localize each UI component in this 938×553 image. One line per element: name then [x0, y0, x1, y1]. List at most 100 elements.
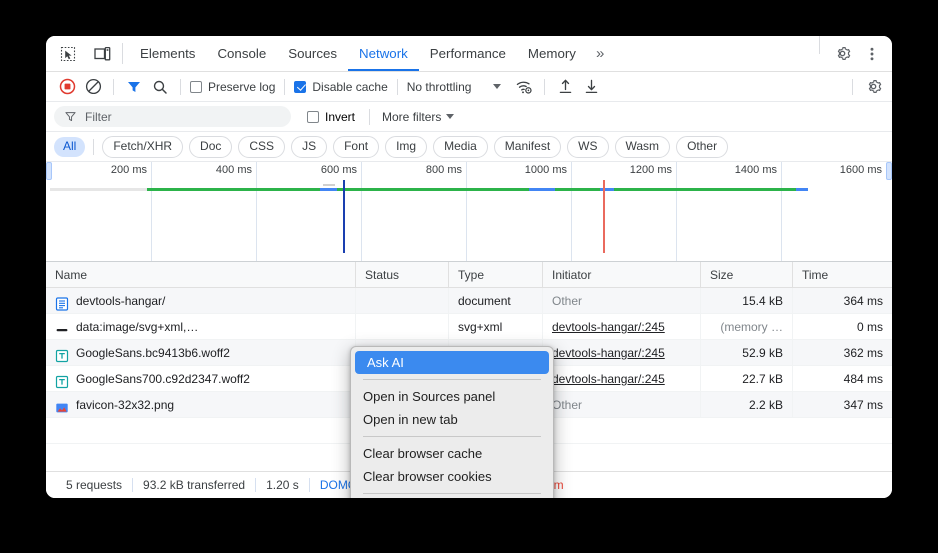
overview-tick: 600 ms: [321, 164, 361, 176]
disable-cache-box[interactable]: [294, 81, 306, 93]
chip-wasm[interactable]: Wasm: [615, 136, 671, 158]
gear-icon[interactable]: [828, 41, 856, 67]
menu-divider-1: [363, 379, 541, 380]
tabstrip-actions-divider: [819, 36, 820, 54]
kebab-menu-icon[interactable]: [858, 41, 886, 67]
cell-initiator-link[interactable]: devtools-hangar/:245: [552, 340, 665, 366]
toolbar-right: [845, 75, 886, 99]
overview-gridline: [361, 162, 362, 261]
column-header-time[interactable]: Time: [793, 262, 892, 288]
cell-initiator[interactable]: devtools-hangar/:245: [543, 314, 701, 340]
cell-time: 0 ms: [793, 314, 892, 340]
tabstrip-divider: [122, 43, 123, 64]
chip-js[interactable]: JS: [291, 136, 327, 158]
overview-gridline: [676, 162, 677, 261]
export-har-icon[interactable]: [578, 75, 604, 99]
overview-right-handle[interactable]: [886, 162, 892, 180]
more-filters-dropdown[interactable]: More filters: [382, 110, 454, 124]
menu-item-clear-browser-cookies[interactable]: Clear browser cookies: [351, 465, 553, 488]
clear-network-log-icon[interactable]: [80, 75, 106, 99]
chip-manifest[interactable]: Manifest: [494, 136, 561, 158]
invert-checkbox[interactable]: Invert: [305, 110, 357, 124]
table-row[interactable]: devtools-hangar/ document Other 15.4 kB …: [46, 288, 892, 314]
cell-size: 15.4 kB: [701, 288, 793, 314]
tab-performance[interactable]: Performance: [419, 36, 517, 71]
menu-item-open-in-new-tab[interactable]: Open in new tab: [351, 408, 553, 431]
overview-band-tail: [323, 184, 335, 186]
disable-cache-checkbox[interactable]: Disable cache: [292, 80, 389, 94]
menu-divider-2: [363, 436, 541, 437]
chip-doc[interactable]: Doc: [189, 136, 232, 158]
preserve-log-checkbox[interactable]: Preserve log: [188, 80, 277, 94]
dash-icon: [55, 320, 69, 334]
chip-other[interactable]: Other: [676, 136, 728, 158]
cell-initiator[interactable]: devtools-hangar/:245: [543, 366, 701, 392]
search-icon[interactable]: [147, 75, 173, 99]
chip-img[interactable]: Img: [385, 136, 427, 158]
network-overview[interactable]: 200 ms 400 ms 600 ms 800 ms 1000 ms 1200…: [46, 162, 892, 262]
import-har-icon[interactable]: [552, 75, 578, 99]
cell-name-text: GoogleSans.bc9413b6.woff2: [76, 340, 230, 366]
more-tabs-icon[interactable]: »: [587, 36, 612, 71]
table-row[interactable]: data:image/svg+xml,… svg+xml devtools-ha…: [46, 314, 892, 340]
screenshot-root: Elements Console Sources Network Perform…: [0, 0, 938, 553]
menu-item-clear-browser-cookies-label: Clear browser cookies: [363, 469, 492, 484]
requests-table-header: Name Status Type Initiator Size Time: [46, 262, 892, 288]
invert-label: Invert: [325, 110, 355, 124]
cell-time: 364 ms: [793, 288, 892, 314]
toolbar-divider-4: [397, 79, 398, 95]
tab-console[interactable]: Console: [206, 36, 277, 71]
record-stop-icon[interactable]: [54, 75, 80, 99]
request-context-menu[interactable]: Ask AI Open in Sources panel Open in new…: [350, 346, 554, 498]
toolbar-divider-6: [852, 79, 853, 95]
chip-media[interactable]: Media: [433, 136, 488, 158]
cell-initiator-link[interactable]: devtools-hangar/:245: [552, 366, 665, 392]
cell-size: (memory …: [701, 314, 793, 340]
chip-fetch-xhr[interactable]: Fetch/XHR: [102, 136, 183, 158]
chip-ws[interactable]: WS: [567, 136, 608, 158]
inspect-element-icon[interactable]: [54, 41, 82, 67]
menu-item-clear-browser-cache[interactable]: Clear browser cache: [351, 442, 553, 465]
cell-initiator-link[interactable]: devtools-hangar/:245: [552, 314, 665, 340]
cell-initiator[interactable]: devtools-hangar/:245: [543, 340, 701, 366]
resource-type-filters: All Fetch/XHR Doc CSS JS Font Img Media …: [46, 132, 892, 162]
chip-all[interactable]: All: [54, 137, 85, 157]
font-icon: [55, 346, 69, 360]
menu-item-open-in-sources-panel-label: Open in Sources panel: [363, 389, 495, 404]
column-header-type[interactable]: Type: [449, 262, 543, 288]
devtools-tabstrip: Elements Console Sources Network Perform…: [46, 36, 892, 72]
network-conditions-icon[interactable]: [511, 75, 537, 99]
column-header-name[interactable]: Name: [46, 262, 356, 288]
tab-performance-label: Performance: [430, 46, 506, 61]
chevron-down-icon-2: [446, 114, 454, 119]
tab-sources[interactable]: Sources: [277, 36, 348, 71]
chip-divider: [93, 139, 94, 155]
overview-gridline: [151, 162, 152, 261]
invert-box[interactable]: [307, 111, 319, 123]
disable-cache-label: Disable cache: [312, 80, 387, 94]
overview-left-handle[interactable]: [46, 162, 52, 180]
overview-tick: 1400 ms: [735, 164, 781, 176]
overview-tick: 1000 ms: [525, 164, 571, 176]
throttling-dropdown[interactable]: No throttling: [407, 80, 502, 94]
filter-divider: [369, 109, 370, 125]
device-toolbar-icon[interactable]: [88, 41, 116, 67]
preserve-log-box[interactable]: [190, 81, 202, 93]
menu-item-open-in-sources-panel[interactable]: Open in Sources panel: [351, 385, 553, 408]
filter-funnel-icon[interactable]: [121, 75, 147, 99]
menu-item-ask-ai[interactable]: Ask AI: [355, 351, 549, 374]
filter-input[interactable]: Filter: [54, 106, 291, 127]
cell-initiator-text: Other: [552, 288, 582, 314]
cell-name: GoogleSans.bc9413b6.woff2: [46, 340, 356, 366]
tab-network[interactable]: Network: [348, 36, 419, 71]
chip-css[interactable]: CSS: [238, 136, 285, 158]
column-header-initiator[interactable]: Initiator: [543, 262, 701, 288]
toolbar-divider-2: [180, 79, 181, 95]
tab-elements[interactable]: Elements: [129, 36, 206, 71]
column-header-status[interactable]: Status: [356, 262, 449, 288]
column-header-size[interactable]: Size: [701, 262, 793, 288]
cell-initiator-text: Other: [552, 392, 582, 418]
tab-memory[interactable]: Memory: [517, 36, 587, 71]
network-settings-gear-icon[interactable]: [860, 75, 886, 99]
chip-font[interactable]: Font: [333, 136, 379, 158]
